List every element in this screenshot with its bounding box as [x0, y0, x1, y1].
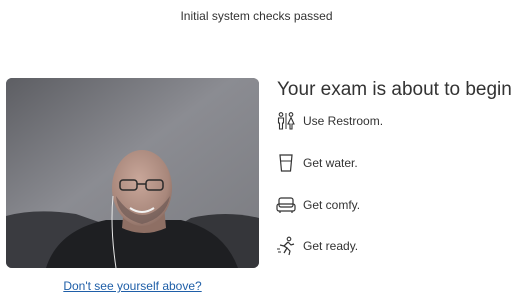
webcam-help-link[interactable]: Don't see yourself above? [6, 279, 259, 293]
exam-begin-heading: Your exam is about to begin. [277, 79, 513, 100]
checklist-item-label: Get comfy. [303, 198, 361, 212]
webcam-preview [6, 78, 259, 268]
system-check-status: Initial system checks passed [180, 9, 333, 23]
checklist-item-water: Get water. [276, 151, 358, 175]
checklist-item-ready: Get ready. [276, 234, 358, 258]
checklist-item-label: Get water. [303, 156, 358, 170]
checklist-item-comfy: Get comfy. [276, 193, 360, 217]
water-glass-icon [276, 152, 296, 174]
checklist-item-label: Get ready. [303, 239, 359, 253]
webcam-image [6, 78, 259, 268]
armchair-icon [276, 194, 296, 216]
checklist-item-label: Use Restroom. [303, 114, 384, 128]
runner-icon [276, 235, 296, 257]
checklist-item-restroom: Use Restroom. [276, 109, 383, 133]
exam-start-page: Initial system checks passed Don't see y… [0, 0, 513, 297]
restroom-icon [276, 110, 296, 132]
